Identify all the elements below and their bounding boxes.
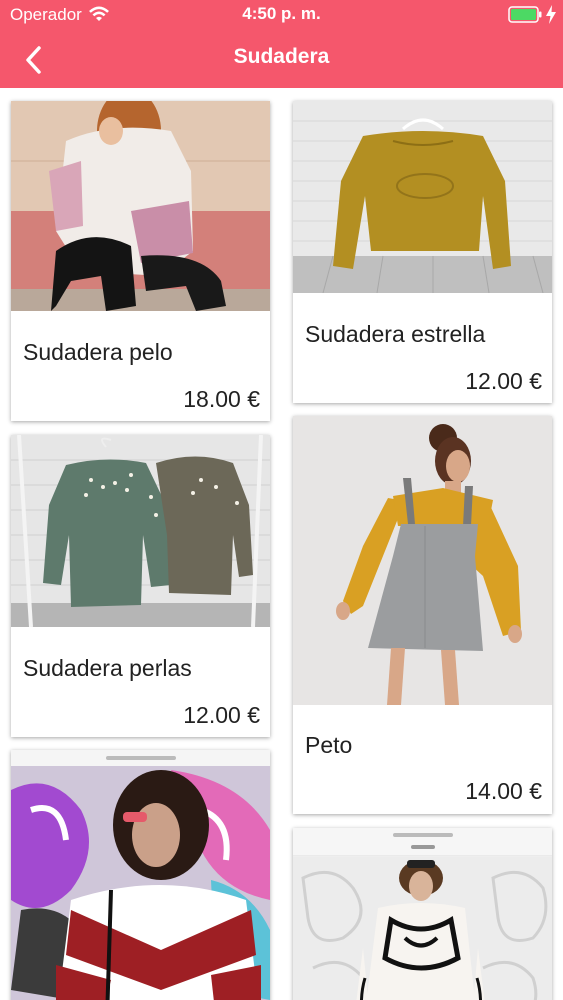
product-image [293, 101, 552, 293]
product-price: 18.00 € [183, 386, 260, 412]
page-title: Sudadera [233, 45, 330, 68]
battery-icon [508, 6, 542, 23]
product-title: Sudadera perlas [23, 655, 192, 681]
product-card-sudadera-perlas[interactable]: Sudadera perlas 12.00 € [11, 435, 270, 737]
screen: Operador 4:50 p. m. Sudadera Sudadera pe… [0, 0, 563, 1000]
product-card-sudadera-pelo[interactable]: Sudadera pelo 18.00 € [11, 101, 270, 421]
status-bar: Operador 4:50 p. m. [0, 0, 563, 30]
product-image [293, 416, 552, 705]
product-title: Sudadera estrella [305, 321, 486, 347]
product-image [11, 750, 270, 1000]
navigation-bar: Sudadera [0, 30, 563, 88]
product-title: Peto [305, 732, 353, 758]
product-title: Sudadera pelo [23, 339, 173, 365]
product-card-sudadera-estrella[interactable]: Sudadera estrella 12.00 € [293, 101, 552, 403]
product-card[interactable] [11, 750, 270, 1000]
product-price: 14.00 € [465, 778, 542, 804]
product-card-peto[interactable]: Peto 14.00 € [293, 416, 552, 814]
product-image [293, 828, 552, 1000]
clock-label: 4:50 p. m. [242, 4, 321, 23]
product-card[interactable] [293, 828, 552, 1000]
product-price: 12.00 € [183, 702, 260, 728]
product-image [11, 435, 270, 627]
product-image [11, 101, 270, 311]
charging-bolt-icon [546, 5, 556, 24]
product-price: 12.00 € [465, 368, 542, 394]
